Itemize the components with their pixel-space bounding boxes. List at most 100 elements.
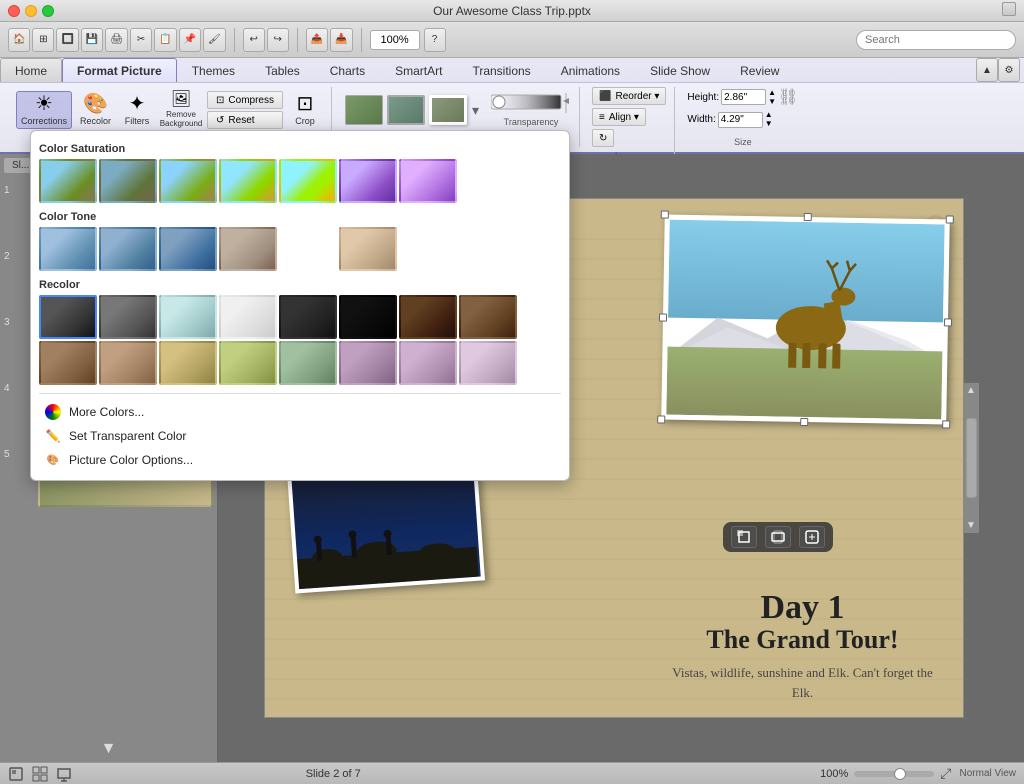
toolbar-icon-btn[interactable]: 🏠	[8, 28, 30, 52]
tab-themes[interactable]: Themes	[177, 58, 250, 82]
recolor-swatch-0[interactable]	[39, 295, 97, 339]
more-colors-item[interactable]: More Colors...	[39, 400, 561, 424]
width-down-btn[interactable]: ▼	[765, 120, 773, 128]
maximize-button[interactable]	[42, 5, 54, 17]
crop-button[interactable]: ⊡ Crop	[287, 92, 323, 128]
recolor-swatch-11[interactable]	[219, 341, 277, 385]
zoom-input[interactable]	[370, 30, 420, 50]
zoom-slider[interactable]	[854, 771, 934, 777]
rotate-button[interactable]: ↻	[592, 129, 614, 147]
recolor-swatch-10[interactable]	[159, 341, 217, 385]
saturation-swatch-6[interactable]	[399, 159, 457, 203]
toolbar-undo-btn[interactable]: ↩	[243, 28, 265, 52]
tone-swatch-5[interactable]	[339, 227, 397, 271]
scroll-down-btn-v[interactable]: ▼	[964, 518, 979, 533]
toolbar-scissors-btn[interactable]: ✂	[130, 28, 152, 52]
corrections-button[interactable]: ☀ Corrections	[16, 91, 72, 129]
recolor-swatch-3[interactable]	[219, 295, 277, 339]
toolbar-paste-btn[interactable]: 📌	[179, 28, 201, 52]
tone-swatch-2[interactable]	[159, 227, 217, 271]
tone-swatch-4[interactable]	[279, 227, 337, 271]
recolor-swatch-8[interactable]	[39, 341, 97, 385]
view-normal-btn[interactable]	[8, 766, 24, 782]
toolbar-export-btn[interactable]: 📤	[306, 28, 328, 52]
toolbar-print-btn[interactable]: 🖨	[105, 28, 128, 52]
compress-button[interactable]: ⊡ Compress	[207, 91, 283, 109]
float-btn-1[interactable]	[731, 526, 757, 548]
reset-button[interactable]: ↺ Reset	[207, 111, 283, 129]
recolor-swatch-9[interactable]	[99, 341, 157, 385]
elk-photo-container[interactable]	[661, 215, 950, 425]
recolor-swatch-1[interactable]	[99, 295, 157, 339]
tone-swatch-0[interactable]	[39, 227, 97, 271]
v-scrollbar[interactable]: ▲ ▼	[964, 383, 979, 533]
fullscreen-btn[interactable]: ⤢	[940, 765, 951, 782]
tab-review[interactable]: Review	[725, 58, 794, 82]
recolor-swatch-2[interactable]	[159, 295, 217, 339]
recolor-swatch-14[interactable]	[399, 341, 457, 385]
float-btn-3[interactable]	[799, 526, 825, 548]
width-input[interactable]	[718, 112, 763, 128]
tab-home[interactable]: Home	[0, 58, 62, 82]
recolor-swatch-12[interactable]	[279, 341, 337, 385]
search-input[interactable]	[856, 30, 1016, 50]
recolor-button[interactable]: 🎨 Recolor	[76, 92, 115, 128]
tab-smartart[interactable]: SmartArt	[380, 58, 457, 82]
tab-transitions[interactable]: Transitions	[457, 58, 545, 82]
recolor-swatch-15[interactable]	[459, 341, 517, 385]
toolbar-copy-btn[interactable]: 📋	[154, 28, 176, 52]
toolbar-grid-btn[interactable]: ⊞	[32, 28, 54, 52]
ribbon-options-btn[interactable]: ⚙	[998, 58, 1020, 82]
height-up-btn[interactable]: ▲	[768, 89, 776, 97]
toolbar-redo-btn[interactable]: ↪	[267, 28, 289, 52]
traffic-lights[interactable]	[8, 5, 54, 17]
close-button[interactable]	[8, 5, 20, 17]
ribbon-collapse-btn[interactable]: ▲	[976, 58, 998, 82]
saturation-swatch-0[interactable]	[39, 159, 97, 203]
recolor-swatch-13[interactable]	[339, 341, 397, 385]
height-input[interactable]	[721, 89, 766, 105]
filters-button[interactable]: ✦ Filters	[119, 92, 155, 128]
saturation-swatch-4[interactable]	[279, 159, 337, 203]
tab-tables[interactable]: Tables	[250, 58, 315, 82]
tab-animations[interactable]: Animations	[546, 58, 635, 82]
scroll-up-btn[interactable]: ▲	[964, 383, 979, 398]
recolor-swatch-4[interactable]	[279, 295, 337, 339]
set-transparent-item[interactable]: ✏️ Set Transparent Color	[39, 424, 561, 448]
styles-expand-btn[interactable]: ▾	[472, 102, 479, 119]
toolbar-save-btn[interactable]: 💾	[81, 28, 103, 52]
tab-format-picture[interactable]: Format Picture	[62, 58, 177, 82]
tab-slideshow[interactable]: Slide Show	[635, 58, 725, 82]
toolbar-paint-btn[interactable]: 🖌	[203, 28, 226, 52]
resize-button[interactable]	[1002, 2, 1016, 16]
saturation-swatch-3[interactable]	[219, 159, 277, 203]
saturation-swatch-5[interactable]	[339, 159, 397, 203]
recolor-swatch-7[interactable]	[459, 295, 517, 339]
view-grid-btn[interactable]	[32, 766, 48, 782]
remove-bg-button[interactable]: 🖼 Remove Background	[159, 90, 203, 130]
width-up-btn[interactable]: ▲	[765, 111, 773, 119]
height-down-btn[interactable]: ▼	[768, 98, 776, 106]
reorder-button[interactable]: ⬛ Reorder ▾	[592, 87, 666, 105]
minimize-button[interactable]	[25, 5, 37, 17]
recolor-swatch-6[interactable]	[399, 295, 457, 339]
toolbar-help-btn[interactable]: ?	[424, 28, 446, 52]
view-present-btn[interactable]	[56, 766, 72, 782]
style-thumb-3[interactable]	[429, 95, 467, 125]
style-thumb-2[interactable]	[387, 95, 425, 125]
style-thumb-1[interactable]	[345, 95, 383, 125]
tone-swatch-3[interactable]	[219, 227, 277, 271]
scroll-down-btn[interactable]: ▼	[101, 740, 117, 758]
float-btn-2[interactable]	[765, 526, 791, 548]
lock-aspect-icon[interactable]: ⛓	[778, 87, 798, 107]
tone-swatch-1[interactable]	[99, 227, 157, 271]
saturation-swatch-2[interactable]	[159, 159, 217, 203]
align-button[interactable]: ≡ Align ▾	[592, 108, 646, 126]
recolor-swatch-5[interactable]	[339, 295, 397, 339]
saturation-swatch-1[interactable]	[99, 159, 157, 203]
scroll-thumb[interactable]	[966, 418, 977, 498]
toolbar-view-btn[interactable]: 🔲	[56, 28, 78, 52]
picture-color-options-item[interactable]: 🎨 Picture Color Options...	[39, 448, 561, 472]
toolbar-import-btn[interactable]: 📥	[330, 28, 352, 52]
tab-charts[interactable]: Charts	[315, 58, 380, 82]
